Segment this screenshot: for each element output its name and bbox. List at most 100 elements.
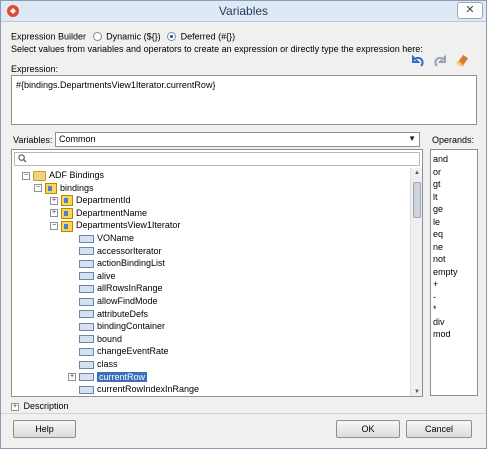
expand-icon[interactable]: + <box>68 373 76 382</box>
tree-node[interactable]: − DepartmentsView1Iterator <box>50 219 180 232</box>
operand-item[interactable]: or <box>433 166 475 179</box>
tree-node[interactable]: class <box>68 358 118 371</box>
tree-node-label[interactable]: alive <box>97 271 116 281</box>
operand-item[interactable]: mod <box>433 328 475 341</box>
close-button[interactable]: ✕ <box>457 2 483 19</box>
title-bar[interactable]: Variables ✕ <box>1 1 486 22</box>
operand-item[interactable]: le <box>433 216 475 229</box>
tree-node[interactable]: − bindings <box>34 182 94 195</box>
tree-scrollbar[interactable]: ▲ ▼ <box>410 168 422 396</box>
tree-node-label[interactable]: bound <box>97 334 122 344</box>
operand-item[interactable]: and <box>433 153 475 166</box>
attribute-icon <box>79 322 94 331</box>
tree-node[interactable]: allowFindMode <box>68 295 158 308</box>
tree-node-label[interactable]: VOName <box>97 233 134 243</box>
description-section[interactable]: + Description <box>11 401 69 411</box>
attribute-icon <box>79 373 94 382</box>
tree-node-label[interactable]: currentRow <box>97 371 148 382</box>
expression-textarea[interactable]: #{bindings.DepartmentsView1Iterator.curr… <box>11 75 477 125</box>
expression-toolbar <box>405 54 470 71</box>
deferred-radio[interactable] <box>167 32 177 42</box>
help-button[interactable]: Help <box>13 420 76 438</box>
window-title: Variables <box>218 4 269 18</box>
tree-node[interactable]: + DepartmentName <box>50 207 147 220</box>
attribute-icon <box>79 272 94 281</box>
tree-node-label[interactable]: currentRowIndexInRange <box>97 384 199 394</box>
tree-node[interactable]: attributeDefs <box>68 308 148 321</box>
description-label[interactable]: Description <box>24 401 69 411</box>
operand-item[interactable]: empty <box>433 266 475 279</box>
operand-item[interactable]: * <box>433 303 475 316</box>
expression-builder-row: Expression Builder Dynamic (${}) Deferre… <box>11 31 235 43</box>
scroll-down-icon[interactable]: ▼ <box>412 387 422 396</box>
tree-node-label[interactable]: ADF Bindings <box>49 170 104 180</box>
scrollbar-thumb[interactable] <box>413 182 421 218</box>
variables-tree-panel: − ADF Bindings − bindings + DepartmentId + Depa… <box>11 149 423 397</box>
tree-node-label[interactable]: DepartmentId <box>76 195 131 205</box>
expand-icon[interactable]: + <box>50 196 58 205</box>
tree-node[interactable]: currentRowIndexInRange <box>68 383 199 396</box>
attribute-icon <box>79 234 94 243</box>
operand-item[interactable]: ge <box>433 203 475 216</box>
tree-node-label[interactable]: attributeDefs <box>97 309 148 319</box>
undo-icon[interactable] <box>411 54 425 69</box>
attribute-icon <box>79 385 94 394</box>
collapse-icon[interactable]: − <box>22 171 30 180</box>
operand-item[interactable]: ne <box>433 241 475 254</box>
tree-node-label[interactable]: bindingContainer <box>97 321 165 331</box>
footer-divider <box>1 413 486 414</box>
attribute-icon <box>79 348 94 357</box>
attribute-icon <box>79 259 94 268</box>
tree-node-label[interactable]: changeEventRate <box>97 346 169 356</box>
ok-button[interactable]: OK <box>336 420 400 438</box>
operand-item[interactable]: lt <box>433 191 475 204</box>
variables-dropdown[interactable]: Common ▼ <box>55 132 420 147</box>
tree-node[interactable]: bindingContainer <box>68 320 165 333</box>
tree-node-label[interactable]: allowFindMode <box>97 296 158 306</box>
binding-icon <box>61 220 73 232</box>
operand-item[interactable]: eq <box>433 228 475 241</box>
dynamic-radio-label[interactable]: Dynamic (${}) <box>106 32 161 42</box>
operand-item[interactable]: + <box>433 278 475 291</box>
operand-item[interactable]: - <box>433 291 475 304</box>
tree-node[interactable]: + DepartmentId <box>50 194 131 207</box>
tree-node-label[interactable]: class <box>97 359 118 369</box>
tree-node[interactable]: + currentRow <box>68 371 148 384</box>
binding-icon <box>61 195 73 207</box>
redo-icon[interactable] <box>433 54 447 69</box>
tree-node-label[interactable]: DepartmentsView1Iterator <box>76 220 180 230</box>
operand-item[interactable]: not <box>433 253 475 266</box>
chevron-down-icon[interactable]: ▼ <box>408 134 416 143</box>
dynamic-radio[interactable] <box>92 32 102 42</box>
operand-item[interactable]: gt <box>433 178 475 191</box>
tree-node[interactable]: allRowsInRange <box>68 282 163 295</box>
tree-node-label[interactable]: DepartmentName <box>76 208 147 218</box>
tree-node-label[interactable]: accessorIterator <box>97 246 162 256</box>
collapse-icon[interactable]: − <box>34 184 42 193</box>
scroll-up-icon[interactable]: ▲ <box>412 168 422 178</box>
tree-node[interactable]: VOName <box>68 232 134 245</box>
attribute-icon <box>79 310 94 319</box>
binding-icon <box>45 182 57 194</box>
tree-node[interactable]: accessorIterator <box>68 245 162 258</box>
collapse-icon[interactable]: − <box>50 222 58 231</box>
attribute-icon <box>79 335 94 344</box>
tree-node[interactable]: alive <box>68 270 116 283</box>
tree-node-label[interactable]: actionBindingList <box>97 258 165 268</box>
operands-label: Operands: <box>432 135 475 145</box>
clear-icon[interactable] <box>456 54 470 69</box>
operand-item[interactable]: div <box>433 316 475 329</box>
cancel-button[interactable]: Cancel <box>406 420 472 438</box>
deferred-radio-label[interactable]: Deferred (#{}) <box>181 32 236 42</box>
expand-icon[interactable]: + <box>11 402 19 411</box>
tree-node[interactable]: changeEventRate <box>68 345 169 358</box>
search-input[interactable] <box>14 152 420 166</box>
tree-node[interactable]: − ADF Bindings <box>22 169 104 182</box>
attribute-icon <box>79 285 94 294</box>
tree-node[interactable]: actionBindingList <box>68 257 165 270</box>
tree-node[interactable]: bound <box>68 333 122 346</box>
tree-node-label[interactable]: allRowsInRange <box>97 283 163 293</box>
operands-list[interactable]: and or gt lt ge le eq ne not empty + - * div mod <box>430 149 478 396</box>
tree-node-label[interactable]: bindings <box>60 183 94 193</box>
expand-icon[interactable]: + <box>50 209 58 218</box>
